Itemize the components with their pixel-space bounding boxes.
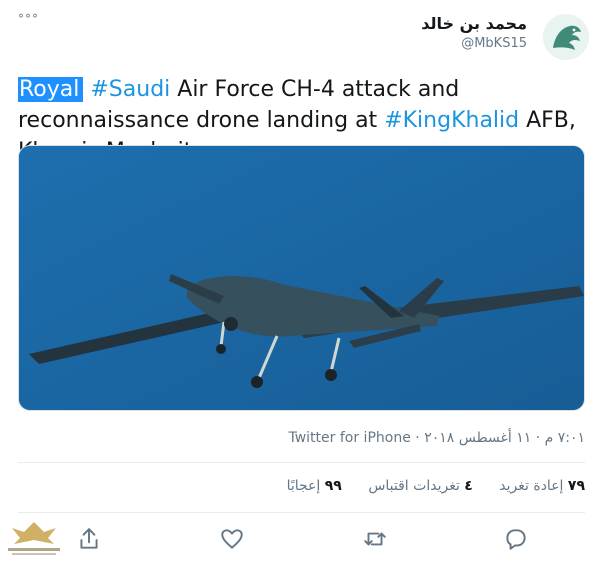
divider xyxy=(18,512,585,513)
quotes-count: ٤ xyxy=(464,478,473,494)
more-options-icon[interactable]: °°° xyxy=(18,12,39,26)
author-handle[interactable]: @MbKS15 xyxy=(421,36,527,51)
watermark-logo xyxy=(2,518,66,558)
engagement-stats: ٧٩ إعادة تغريد ٤ تغريدات اقتباس ٩٩ إعجاب… xyxy=(265,478,585,494)
avatar[interactable] xyxy=(543,14,589,60)
reply-icon[interactable] xyxy=(503,526,529,552)
author-block: محمد بن خالد @MbKS15 xyxy=(421,14,527,51)
meta-separator: · xyxy=(410,430,425,446)
tweet-meta: Twitter for iPhone · ٧:٠١ م · ١١ أغسطس ٢… xyxy=(288,430,585,446)
retweets-stat[interactable]: ٧٩ إعادة تغريد xyxy=(499,478,585,494)
retweets-count: ٧٩ xyxy=(567,478,585,494)
retweets-label: إعادة تغريد xyxy=(499,478,564,494)
likes-count: ٩٩ xyxy=(324,478,342,494)
divider xyxy=(18,462,585,463)
share-icon[interactable] xyxy=(76,526,102,552)
like-icon[interactable] xyxy=(219,526,245,552)
highlighted-word: Royal xyxy=(18,77,84,102)
author-name[interactable]: محمد بن خالد xyxy=(421,14,527,33)
hashtag-saudi[interactable]: #Saudi xyxy=(90,77,170,102)
hashtag-kingkhalid[interactable]: #KingKhalid xyxy=(384,108,519,133)
tweet-timestamp[interactable]: ٧:٠١ م · ١١ أغسطس ٢٠١٨ xyxy=(424,430,585,446)
tweet-photo[interactable] xyxy=(18,145,585,411)
retweet-icon[interactable] xyxy=(362,526,388,552)
likes-stat[interactable]: ٩٩ إعجابًا xyxy=(287,478,342,494)
eagle-logo-icon xyxy=(543,14,589,60)
quotes-label: تغريدات اقتباس xyxy=(368,478,460,494)
likes-label: إعجابًا xyxy=(286,478,321,494)
tweet-source[interactable]: Twitter for iPhone xyxy=(288,430,410,446)
drone-photo-image xyxy=(19,146,584,410)
quotes-stat[interactable]: ٤ تغريدات اقتباس xyxy=(368,478,473,494)
tweet-actions xyxy=(0,522,601,554)
